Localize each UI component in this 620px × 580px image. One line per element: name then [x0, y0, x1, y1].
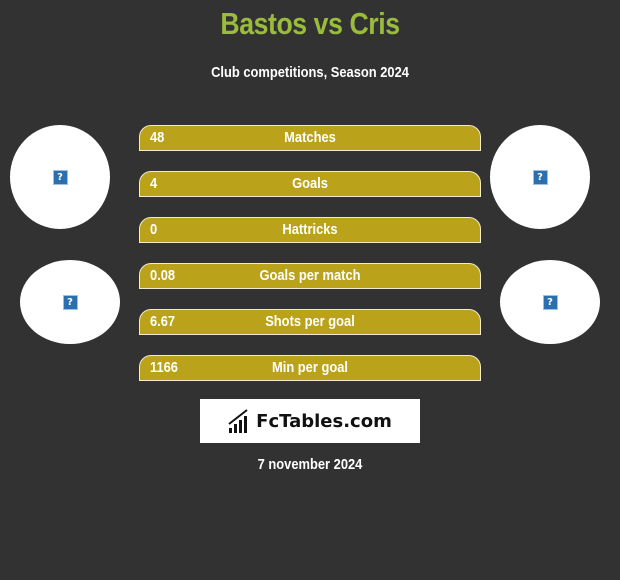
- bar-chart-icon: [228, 409, 248, 433]
- date-label: 7 november 2024: [257, 456, 363, 473]
- stat-label: Goals per match: [259, 267, 361, 284]
- fctables-logo[interactable]: FcTables.com: [200, 399, 420, 443]
- stat-label: Hattricks: [282, 221, 338, 238]
- stat-value: 0: [150, 221, 158, 238]
- stat-value: 48: [150, 129, 165, 146]
- team-logo-right-top: ?: [490, 125, 590, 229]
- stat-row-matches: 48 Matches: [139, 125, 481, 151]
- stat-label: Matches: [284, 129, 336, 146]
- image-placeholder-icon: ?: [532, 169, 548, 185]
- competition-subtitle: Club competitions, Season 2024: [211, 64, 409, 81]
- stat-row-goals: 4 Goals: [139, 171, 481, 197]
- stat-label: Min per goal: [272, 359, 348, 376]
- team-logo-left-bottom: ?: [20, 260, 120, 344]
- stat-value: 4: [150, 175, 158, 192]
- stat-row-hattricks: 0 Hattricks: [139, 217, 481, 243]
- stat-row-shots-per-goal: 6.67 Shots per goal: [139, 309, 481, 335]
- brand-name: FcTables.com: [256, 410, 392, 432]
- stat-row-min-per-goal: 1166 Min per goal: [139, 355, 481, 381]
- stat-row-goals-per-match: 0.08 Goals per match: [139, 263, 481, 289]
- image-placeholder-icon: ?: [52, 169, 68, 185]
- stat-label: Shots per goal: [265, 313, 355, 330]
- stat-label: Goals: [292, 175, 328, 192]
- team-logo-left-top: ?: [10, 125, 110, 229]
- image-placeholder-icon: ?: [62, 294, 78, 310]
- team-logo-right-bottom: ?: [500, 260, 600, 344]
- page-title: Bastos vs Cris: [220, 6, 400, 41]
- image-placeholder-icon: ?: [542, 294, 558, 310]
